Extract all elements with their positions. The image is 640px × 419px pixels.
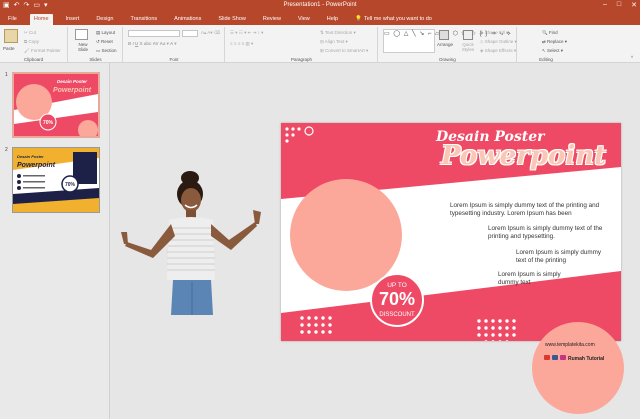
align-icons[interactable]: ≡ ≡ ≡ ≡ ▥ ▾ xyxy=(230,41,253,47)
tab-insert[interactable]: Insert xyxy=(62,14,84,24)
shape-outline-button[interactable]: ◇ Shape Outline ▾ xyxy=(480,39,517,45)
window-title: Presentation1 - PowerPoint xyxy=(283,2,357,8)
clipboard-group: Paste ✂ Cut ⧉ Copy 🖌 Format Painter Clip… xyxy=(0,27,68,63)
list-icons[interactable]: ☰ ▾ ☷ ▾ ⇤ ⇥ ↕ ▾ xyxy=(230,30,263,36)
window-controls: – □ ✕ xyxy=(603,1,637,9)
maximize-icon[interactable]: □ xyxy=(617,1,621,9)
title-bar: ▣ ↶ ↷ ▭ ▾ Presentation1 - PowerPoint – □… xyxy=(0,0,640,12)
woman-photo[interactable] xyxy=(115,170,265,315)
badge-label: DISSCOUNT xyxy=(379,312,415,318)
svg-text:Powerpoint: Powerpoint xyxy=(53,87,92,94)
thumbnail-number: 2 xyxy=(5,147,8,153)
slides-label: Slides xyxy=(89,57,102,62)
shapes-gallery[interactable]: ▭ ◯ △ ╲ ↘ ⌐ ▱ ▢ ⬡ ⬠ ☆ { } ⇒ ⤷ ⟡ xyxy=(383,29,511,53)
paste-icon[interactable] xyxy=(4,29,18,43)
thumbnail-number: 1 xyxy=(5,72,8,78)
quick-styles-icon[interactable] xyxy=(463,30,473,40)
collapse-ribbon-icon[interactable]: ^ xyxy=(631,55,633,60)
tab-slide-show[interactable]: Slide Show xyxy=(214,14,250,24)
clipboard-label: Clipboard xyxy=(23,57,44,62)
font-name-field[interactable] xyxy=(128,30,180,37)
font-group: A▴ A▾ ⌫ B I U S abc AV Aa ▾ A ▾ Font xyxy=(124,27,225,63)
minimize-icon[interactable]: – xyxy=(603,1,607,9)
arrange-button[interactable]: Arrange xyxy=(437,42,453,47)
svg-text:Desain Poster: Desain Poster xyxy=(57,79,87,84)
slide-paragraph-3: Lorem Ipsum is simply dummy text of the … xyxy=(516,249,602,265)
align-text-button[interactable]: ⊟ Align Text ▾ xyxy=(320,39,348,45)
reset-button[interactable]: ↺ Reset xyxy=(96,39,113,45)
badge-up-to: UP TO xyxy=(387,282,407,289)
badge-value: 70% xyxy=(378,289,416,309)
lightbulb-icon: 💡 xyxy=(355,15,362,22)
tab-transitions[interactable]: Transitions xyxy=(126,14,161,24)
slide-title-line2: Powerpoint xyxy=(441,141,607,171)
tell-me-text: Tell me what you want to do xyxy=(363,15,432,22)
tab-animations[interactable]: Animations xyxy=(170,14,205,24)
editing-group: 🔍 Find ⇄ Replace ▾ ↖ Select ▾ Editing xyxy=(518,27,574,63)
svg-text:70%: 70% xyxy=(65,182,76,188)
close-icon[interactable]: ✕ xyxy=(631,1,637,9)
slide-thumbnail-2[interactable]: Desain Poster Powerpoint 70% xyxy=(12,147,100,213)
select-button[interactable]: ↖ Select ▾ xyxy=(542,48,563,54)
tell-me-box[interactable]: 💡 Tell me what you want to do xyxy=(351,14,436,24)
discount-badge: UP TO 70% DISSCOUNT xyxy=(370,273,424,327)
editing-label: Editing xyxy=(539,57,553,62)
shape-effects-button[interactable]: ◈ Shape Effects ▾ xyxy=(480,48,516,54)
svg-text:70%: 70% xyxy=(43,120,54,126)
svg-text:Desain Poster: Desain Poster xyxy=(17,154,44,159)
paragraph-group: ☰ ▾ ☷ ▾ ⇤ ⇥ ↕ ▾ ≡ ≡ ≡ ≡ ▥ ▾ ⇅ Text Direc… xyxy=(226,27,378,63)
font-size-adjust-icons[interactable]: A▴ A▾ ⌫ xyxy=(201,30,220,36)
copy-button[interactable]: ⧉ Copy xyxy=(24,39,39,44)
section-button[interactable]: ▭ Section xyxy=(96,48,117,54)
paragraph-label: Paragraph xyxy=(290,57,312,62)
brand-text: Rumah Tutorial xyxy=(568,356,605,362)
quick-styles-button[interactable]: Quick Styles xyxy=(459,42,477,52)
website-text: www.templatekita.com xyxy=(545,342,595,348)
font-label: Font xyxy=(169,57,179,62)
find-button[interactable]: 🔍 Find xyxy=(542,30,558,36)
drawing-label: Drawing xyxy=(439,57,456,62)
font-size-field[interactable] xyxy=(182,30,198,37)
tab-file[interactable]: File xyxy=(4,14,21,24)
slide-paragraph-4: Lorem Ipsum is simply dummy text xyxy=(498,271,561,287)
thumbnail-2-graphic: Desain Poster Powerpoint 70% xyxy=(13,148,99,212)
format-painter-button[interactable]: 🖌 Format Painter xyxy=(24,48,61,54)
ribbon-tabs: File Home Insert Design Transitions Anim… xyxy=(0,12,640,25)
new-slide-button[interactable]: New Slide xyxy=(73,42,93,52)
font-style-icons[interactable]: B I U S abc AV Aa ▾ A ▾ xyxy=(128,41,177,47)
tab-home[interactable]: Home xyxy=(29,14,53,25)
shape-fill-button[interactable]: ◆ Shape Fill ▾ xyxy=(480,30,508,36)
ribbon: Paste ✂ Cut ⧉ Copy 🖌 Format Painter Clip… xyxy=(0,25,640,63)
main-slide[interactable]: Desain Poster Powerpoint Lorem Ipsum is … xyxy=(281,123,621,341)
slide-paragraph-2: Lorem Ipsum is simply dummy text of the … xyxy=(488,225,603,241)
paste-button[interactable]: Paste xyxy=(3,46,15,51)
slides-group: New Slide ▤ Layout ↺ Reset ▭ Section Sli… xyxy=(69,27,123,63)
convert-smartart-button[interactable]: ⊞ Convert to SmartArt ▾ xyxy=(320,48,368,54)
text-direction-button[interactable]: ⇅ Text Direction ▾ xyxy=(320,30,356,36)
contact-circle[interactable] xyxy=(530,320,626,416)
replace-button[interactable]: ⇄ Replace ▾ xyxy=(542,39,567,45)
thumbnail-1-graphic: 70% Desain Poster Powerpoint xyxy=(14,74,98,136)
slide-paragraph-1: Lorem Ipsum is simply dummy text of the … xyxy=(450,202,600,218)
tab-help[interactable]: Help xyxy=(323,14,342,24)
tab-view[interactable]: View xyxy=(294,14,314,24)
slide-thumbnails-pane[interactable]: 1 70% Desain Poster Powerpoint 2 Desain … xyxy=(0,63,110,419)
layout-button[interactable]: ▤ Layout xyxy=(96,30,115,36)
drawing-group: ▭ ◯ △ ╲ ↘ ⌐ ▱ ▢ ⬡ ⬠ ☆ { } ⇒ ⤷ ⟡ Arrange … xyxy=(379,27,517,63)
tab-design[interactable]: Design xyxy=(92,14,117,24)
slide-thumbnail-1[interactable]: 70% Desain Poster Powerpoint xyxy=(12,72,100,138)
svg-text:Powerpoint: Powerpoint xyxy=(17,162,56,169)
arrange-icon[interactable] xyxy=(439,30,449,40)
cut-button[interactable]: ✂ Cut xyxy=(24,30,36,36)
tab-review[interactable]: Review xyxy=(259,14,285,24)
new-slide-icon[interactable] xyxy=(75,29,88,40)
